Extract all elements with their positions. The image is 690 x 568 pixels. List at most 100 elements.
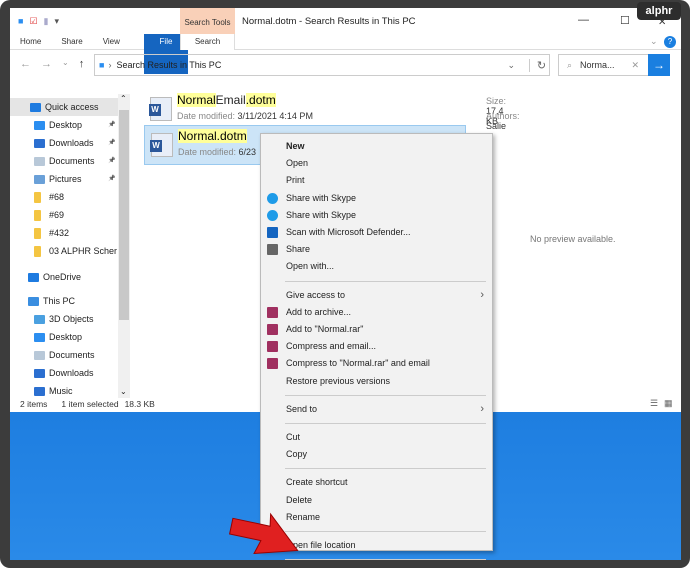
- file-item-normalemail[interactable]: W NormalEmail.dotm Date modified: 3/11/2…: [144, 90, 520, 131]
- download-icon: [34, 368, 45, 378]
- menu-item-label: Create shortcut: [286, 477, 348, 488]
- menu-item[interactable]: Create shortcut: [261, 474, 492, 491]
- refresh-icon[interactable]: ↻: [529, 58, 553, 72]
- ribbon-tabs: File Home Share View Search ⌄ ?: [10, 34, 681, 74]
- menu-item[interactable]: Scan with Microsoft Defender...: [261, 224, 492, 241]
- menu-item[interactable]: Compress to "Normal.rar" and email: [261, 355, 492, 372]
- menu-item-label: Print: [286, 175, 305, 186]
- properties-icon[interactable]: ☑: [29, 16, 37, 27]
- documents-icon: [34, 156, 45, 166]
- help-icon[interactable]: ?: [664, 36, 676, 48]
- clear-search-button[interactable]: ✕: [631, 60, 639, 71]
- details-view-icon[interactable]: ☰: [650, 398, 658, 409]
- sidebar-item[interactable]: Quick access: [10, 98, 118, 116]
- menu-item[interactable]: Add to "Normal.rar": [261, 321, 492, 338]
- pin-icon[interactable]: 📌: [108, 116, 115, 134]
- menu-item[interactable]: Send to ›: [261, 401, 492, 418]
- search-results-icon: ■: [99, 60, 105, 70]
- scrollbar-thumb[interactable]: [119, 110, 129, 320]
- file-authors: Authors: Salie: [486, 111, 520, 131]
- menu-item[interactable]: Delete: [261, 492, 492, 509]
- menu-item[interactable]: Print: [261, 172, 492, 189]
- search-box[interactable]: ⌕ Norma... ✕ →: [558, 54, 670, 76]
- scroll-down-icon[interactable]: ⌄: [120, 387, 127, 396]
- cloud-icon: [28, 272, 39, 282]
- menu-item-label: Open with...: [286, 261, 335, 272]
- menu-item-label: Cut: [286, 432, 301, 442]
- close-button[interactable]: ✕: [658, 17, 666, 28]
- menu-item[interactable]: Share with Skype: [261, 190, 492, 207]
- scroll-up-icon[interactable]: ⌃: [120, 94, 127, 103]
- large-icons-view-icon[interactable]: ▦: [664, 398, 673, 409]
- search-go-button[interactable]: →: [648, 54, 670, 76]
- winrar-icon: [267, 306, 278, 318]
- menu-item[interactable]: New: [261, 138, 492, 155]
- menu-separator: [285, 531, 486, 532]
- download-icon: [34, 138, 45, 148]
- search-input[interactable]: Norma...: [580, 60, 615, 70]
- winrar-icon: [267, 341, 278, 353]
- navigation-pane-scrollbar[interactable]: ⌃ ⌄: [118, 94, 130, 398]
- star-icon: [30, 102, 41, 112]
- word-template-icon: W: [149, 97, 172, 121]
- pin-icon[interactable]: 📌: [108, 152, 115, 170]
- menu-item-label: Add to "Normal.rar": [286, 324, 364, 334]
- sidebar-item-label: Pictures: [49, 174, 82, 184]
- folder-icon: [34, 227, 41, 239]
- navigation-pane: Quick access Desktop 📌 Downloads 📌 Documents 📌…: [10, 94, 130, 398]
- folder-icon: [34, 245, 41, 257]
- customize-dropdown-icon[interactable]: ▾: [54, 16, 59, 27]
- winrar-icon: [267, 324, 278, 335]
- menu-separator: [285, 280, 486, 282]
- menu-item[interactable]: Share: [261, 241, 492, 258]
- recent-dropdown-icon[interactable]: ⌄: [62, 58, 69, 70]
- sidebar-item-label: #432: [49, 228, 70, 238]
- menu-item-label: Share: [286, 244, 311, 255]
- menu-item-label: Copy: [286, 449, 308, 460]
- menu-item[interactable]: Open: [261, 155, 492, 172]
- pin-icon[interactable]: 📌: [108, 170, 115, 188]
- sidebar-item-label: Documents: [49, 350, 95, 360]
- tab-home[interactable]: Home: [10, 34, 51, 50]
- tab-view[interactable]: View: [93, 34, 130, 50]
- menu-item[interactable]: Share with Skype: [261, 207, 492, 224]
- minimize-button[interactable]: —: [578, 14, 589, 26]
- address-bar[interactable]: ■ › Search Results in This PC ⌄ ↻: [94, 54, 550, 76]
- window-title: Normal.dotm - Search Results in This PC: [242, 16, 416, 27]
- menu-item[interactable]: Give access to ›: [261, 287, 492, 304]
- sidebar-item-label: This PC: [43, 296, 76, 306]
- up-icon[interactable]: ↑: [79, 58, 85, 70]
- menu-separator: [285, 423, 486, 424]
- menu-item[interactable]: Restore previous versions: [261, 373, 492, 390]
- menu-item[interactable]: Open with...: [261, 258, 492, 275]
- menu-item-label: New: [286, 141, 305, 151]
- navigation-buttons: ← → ⌄ ↑: [20, 58, 84, 70]
- menu-item-label: Share with Skype: [286, 209, 357, 220]
- quick-access-toolbar: ■ ☑ ▮ ▾: [10, 16, 59, 27]
- tab-share[interactable]: Share: [51, 34, 92, 50]
- forward-icon[interactable]: →: [41, 58, 52, 70]
- maximize-button[interactable]: ☐: [620, 14, 630, 27]
- file-date: Date modified: 6/23: [178, 147, 257, 157]
- sidebar-item-label: Documents: [49, 156, 95, 166]
- preview-pane-message: No preview available.: [530, 234, 616, 244]
- pin-icon[interactable]: 📌: [108, 134, 115, 152]
- address-dropdown-icon[interactable]: ⌄: [507, 60, 515, 71]
- share-icon: [267, 244, 278, 256]
- menu-item[interactable]: Copy: [261, 446, 492, 463]
- title-bar: ■ ☑ ▮ ▾ Search Tools Normal.dotm - Searc…: [10, 8, 681, 34]
- defender-icon: [267, 227, 278, 238]
- breadcrumb[interactable]: Search Results in This PC: [116, 60, 221, 70]
- new-folder-icon[interactable]: ▮: [44, 16, 49, 27]
- menu-item[interactable]: Cut: [261, 429, 492, 446]
- folder-icon: [34, 209, 41, 221]
- tab-search[interactable]: Search: [180, 34, 235, 50]
- menu-item[interactable]: Compress and email...: [261, 338, 492, 355]
- menu-item-label: Open: [286, 158, 309, 169]
- red-arrow-annotation: [228, 512, 299, 555]
- expand-ribbon-icon[interactable]: ⌄: [650, 36, 658, 47]
- menu-item[interactable]: Add to archive...: [261, 304, 492, 321]
- file-name: NormalEmail.dotm: [177, 93, 276, 107]
- file-date: Date modified: 3/11/2021 4:14 PM: [177, 111, 313, 121]
- back-icon[interactable]: ←: [20, 58, 31, 70]
